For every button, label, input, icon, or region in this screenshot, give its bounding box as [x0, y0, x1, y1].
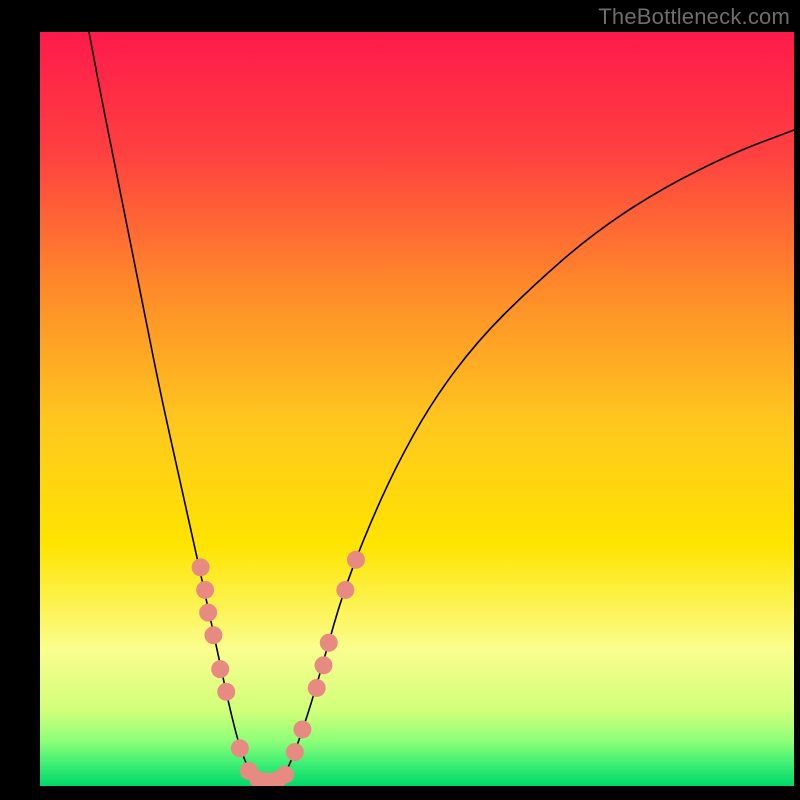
marker-dot — [286, 743, 304, 761]
marker-dot — [199, 604, 217, 622]
marker-dot — [308, 679, 326, 697]
marker-dot — [276, 766, 294, 784]
plot-background — [40, 32, 794, 786]
marker-dot — [211, 660, 229, 678]
marker-dot — [320, 634, 338, 652]
marker-dot — [315, 656, 333, 674]
marker-dot — [347, 551, 365, 569]
marker-dot — [196, 581, 214, 599]
marker-dot — [293, 720, 311, 738]
marker-dot — [231, 739, 249, 757]
marker-dot — [336, 581, 354, 599]
chart-container: TheBottleneck.com — [0, 0, 800, 800]
bottleneck-chart — [0, 0, 800, 800]
watermark-text: TheBottleneck.com — [598, 4, 790, 30]
marker-dot — [204, 626, 222, 644]
marker-dot — [217, 683, 235, 701]
marker-dot — [192, 558, 210, 576]
